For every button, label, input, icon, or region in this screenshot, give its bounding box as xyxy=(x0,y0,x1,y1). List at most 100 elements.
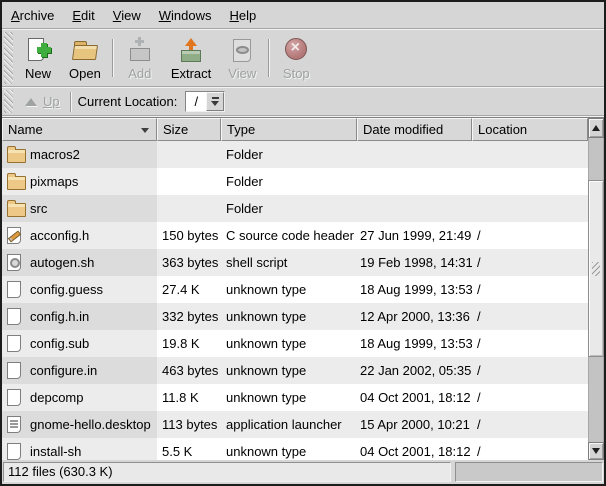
menu-help[interactable]: Help xyxy=(220,3,265,28)
scroll-down-button[interactable] xyxy=(588,442,604,460)
file-location: / xyxy=(472,330,588,357)
table-row[interactable]: config.guess27.4 Kunknown type18 Aug 199… xyxy=(2,276,588,303)
table-row[interactable]: pixmapsFolder xyxy=(2,168,588,195)
stop-button[interactable]: Stop xyxy=(273,34,319,83)
table-row[interactable]: configure.in463 bytesunknown type22 Jan … xyxy=(2,357,588,384)
location-dropdown-button[interactable] xyxy=(206,92,224,111)
table-row[interactable]: config.h.in332 bytesunknown type12 Apr 2… xyxy=(2,303,588,330)
add-button[interactable]: Add xyxy=(117,34,163,83)
file-name: configure.in xyxy=(30,363,97,378)
file-location: / xyxy=(472,249,588,276)
file-location: / xyxy=(472,276,588,303)
file-type: unknown type xyxy=(221,438,357,460)
open-button[interactable]: Open xyxy=(61,34,109,83)
column-header-location[interactable]: Location xyxy=(472,118,588,141)
script-file-icon xyxy=(7,254,21,271)
location-input[interactable]: / xyxy=(186,92,206,111)
table-row[interactable]: install-sh5.5 Kunknown type04 Oct 2001, … xyxy=(2,438,588,460)
file-size xyxy=(157,168,221,195)
scroll-up-button[interactable] xyxy=(588,118,604,138)
scrollbar-thumb[interactable] xyxy=(588,180,604,357)
file-type: Folder xyxy=(221,141,357,168)
file-list-area: Name Size Type Date modified Location ma… xyxy=(2,117,604,460)
file-date-modified: 04 Oct 2001, 18:12 xyxy=(357,384,472,411)
table-row[interactable]: macros2 Folder xyxy=(2,141,588,168)
plain-file-icon xyxy=(7,389,21,406)
menu-view[interactable]: View xyxy=(104,3,150,28)
file-type: application launcher xyxy=(221,411,357,438)
status-bar: 112 files (630.3 K) xyxy=(2,460,604,484)
plain-file-icon xyxy=(7,443,21,460)
view-button[interactable]: View xyxy=(219,34,265,83)
file-date-modified: 22 Jan 2002, 05:35 xyxy=(357,357,472,384)
c-header-file-icon xyxy=(7,227,21,244)
location-bar: Up Current Location: / xyxy=(2,88,604,115)
sort-desc-icon xyxy=(141,128,149,133)
file-name: install-sh xyxy=(30,444,81,459)
file-name: config.sub xyxy=(30,336,89,351)
table-row[interactable]: autogen.sh363 bytesshell script19 Feb 19… xyxy=(2,249,588,276)
file-size: 27.4 K xyxy=(157,276,221,303)
file-date-modified: 18 Aug 1999, 13:53 xyxy=(357,276,472,303)
extract-icon xyxy=(178,37,204,63)
file-name: pixmaps xyxy=(30,174,78,189)
column-headers: Name Size Type Date modified Location xyxy=(2,118,588,141)
file-name: autogen.sh xyxy=(30,255,94,270)
file-location xyxy=(472,141,588,168)
file-size: 332 bytes xyxy=(157,303,221,330)
column-header-name[interactable]: Name xyxy=(2,118,157,141)
table-row[interactable]: src Folder xyxy=(2,195,588,222)
file-type: unknown type xyxy=(221,330,357,357)
file-type: shell script xyxy=(221,249,357,276)
toolbar-separator xyxy=(268,39,270,77)
location-combo: / xyxy=(185,91,225,112)
file-size: 463 bytes xyxy=(157,357,221,384)
file-size xyxy=(157,141,221,168)
file-location xyxy=(472,168,588,195)
scrollbar-trough[interactable] xyxy=(588,138,604,442)
open-archive-icon xyxy=(72,37,98,63)
toolbar-handle[interactable] xyxy=(4,32,13,84)
new-button[interactable]: New xyxy=(15,34,61,83)
folder-icon xyxy=(7,176,26,190)
folder-icon xyxy=(7,203,26,217)
menu-windows[interactable]: Windows xyxy=(150,3,221,28)
table-row[interactable]: gnome-hello.desktop113 bytesapplication … xyxy=(2,411,588,438)
file-type: Folder xyxy=(221,195,357,222)
up-arrow-icon xyxy=(25,98,37,106)
location-bar-handle[interactable] xyxy=(4,90,13,113)
table-row[interactable]: acconfig.h 150 bytesC source code header2… xyxy=(2,222,588,249)
file-size: 150 bytes xyxy=(157,222,221,249)
file-name: acconfig.h xyxy=(30,228,89,243)
file-type: unknown type xyxy=(221,303,357,330)
menu-archive[interactable]: Archive xyxy=(2,3,63,28)
file-size: 19.8 K xyxy=(157,330,221,357)
file-date-modified: 19 Feb 1998, 14:31 xyxy=(357,249,472,276)
file-date-modified: 12 Apr 2000, 13:36 xyxy=(357,303,472,330)
file-date-modified: 27 Jun 1999, 21:49 xyxy=(357,222,472,249)
file-location xyxy=(472,195,588,222)
menu-edit[interactable]: Edit xyxy=(63,3,103,28)
file-name: config.guess xyxy=(30,282,103,297)
file-location: / xyxy=(472,222,588,249)
scrollbar-grip xyxy=(592,262,600,276)
file-type: C source code header xyxy=(221,222,357,249)
table-row[interactable]: config.sub19.8 Kunknown type18 Aug 1999,… xyxy=(2,330,588,357)
file-name: depcomp xyxy=(30,390,83,405)
column-header-size[interactable]: Size xyxy=(157,118,221,141)
file-location: / xyxy=(472,411,588,438)
column-header-date-modified[interactable]: Date modified xyxy=(357,118,472,141)
file-name: macros2 xyxy=(30,147,80,162)
file-size: 11.8 K xyxy=(157,384,221,411)
up-button[interactable]: Up xyxy=(15,92,68,111)
file-name: src xyxy=(30,201,47,216)
table-row[interactable]: depcomp 11.8 Kunknown type04 Oct 2001, 18… xyxy=(2,384,588,411)
extract-button[interactable]: Extract xyxy=(163,34,219,83)
status-message: 112 files (630.3 K) xyxy=(3,462,451,482)
view-file-icon xyxy=(229,37,255,63)
file-type: unknown type xyxy=(221,384,357,411)
column-header-type[interactable]: Type xyxy=(221,118,357,141)
location-bar-separator xyxy=(70,92,72,112)
plain-file-icon xyxy=(7,308,21,325)
add-files-icon xyxy=(127,37,153,63)
